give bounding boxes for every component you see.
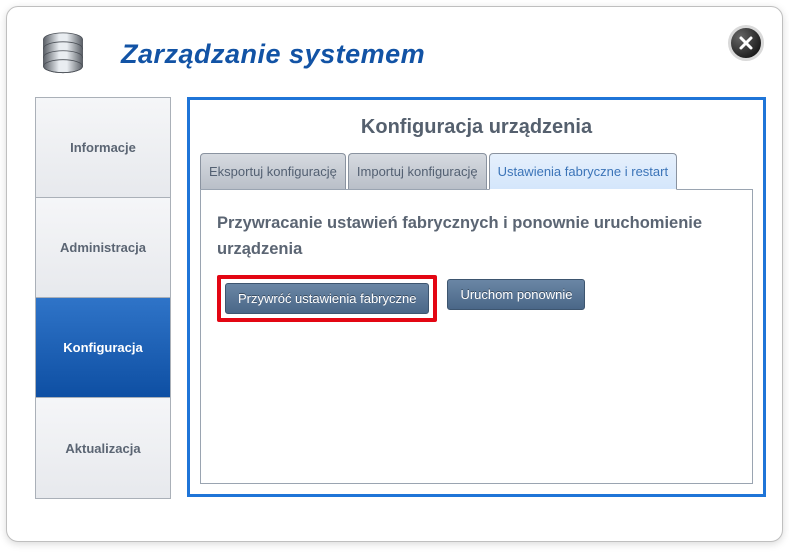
sidebar: Informacje Administracja Konfiguracja Ak… bbox=[35, 97, 171, 499]
tab-label: Eksportuj konfigurację bbox=[209, 164, 337, 179]
tab-export-config[interactable]: Eksportuj konfigurację bbox=[200, 153, 346, 189]
close-button[interactable] bbox=[728, 25, 764, 61]
sidebar-item-administracja[interactable]: Administracja bbox=[36, 198, 170, 298]
tab-label: Ustawienia fabryczne i restart bbox=[498, 164, 669, 179]
sidebar-item-informacje[interactable]: Informacje bbox=[36, 98, 170, 198]
sidebar-item-aktualizacja[interactable]: Aktualizacja bbox=[36, 398, 170, 498]
dialog-window: Zarządzanie systemem Informacje Administ… bbox=[6, 6, 783, 542]
panel-title: Konfiguracja urządzenia bbox=[190, 100, 763, 153]
sidebar-item-label: Informacje bbox=[70, 140, 136, 155]
close-icon bbox=[738, 35, 754, 51]
restart-button[interactable]: Uruchom ponownie bbox=[447, 279, 585, 310]
factory-reset-button[interactable]: Przywróć ustawienia fabryczne bbox=[225, 283, 429, 314]
tabs: Eksportuj konfigurację Importuj konfigur… bbox=[200, 153, 753, 190]
tab-label: Importuj konfigurację bbox=[357, 164, 478, 179]
sidebar-item-label: Administracja bbox=[60, 240, 146, 255]
sidebar-item-label: Aktualizacja bbox=[65, 441, 140, 456]
tab-content: Przywracanie ustawień fabrycznych i pono… bbox=[200, 190, 753, 484]
button-row: Przywróć ustawienia fabryczne Uruchom po… bbox=[217, 275, 736, 322]
database-icon bbox=[37, 28, 89, 80]
dialog-title: Zarządzanie systemem bbox=[121, 39, 425, 70]
tab-import-config[interactable]: Importuj konfigurację bbox=[348, 153, 487, 189]
dialog-body: Informacje Administracja Konfiguracja Ak… bbox=[7, 97, 782, 515]
dialog-header: Zarządzanie systemem bbox=[7, 7, 782, 97]
sidebar-item-label: Konfiguracja bbox=[63, 340, 142, 355]
highlight-box: Przywróć ustawienia fabryczne bbox=[217, 275, 437, 322]
sidebar-item-konfiguracja[interactable]: Konfiguracja bbox=[36, 298, 170, 398]
scroll-area[interactable]: Eksportuj konfigurację Importuj konfigur… bbox=[200, 153, 753, 484]
tab-factory-restart[interactable]: Ustawienia fabryczne i restart bbox=[489, 153, 678, 190]
section-title: Przywracanie ustawień fabrycznych i pono… bbox=[217, 210, 736, 263]
main-panel: Konfiguracja urządzenia Eksportuj konfig… bbox=[187, 97, 766, 497]
